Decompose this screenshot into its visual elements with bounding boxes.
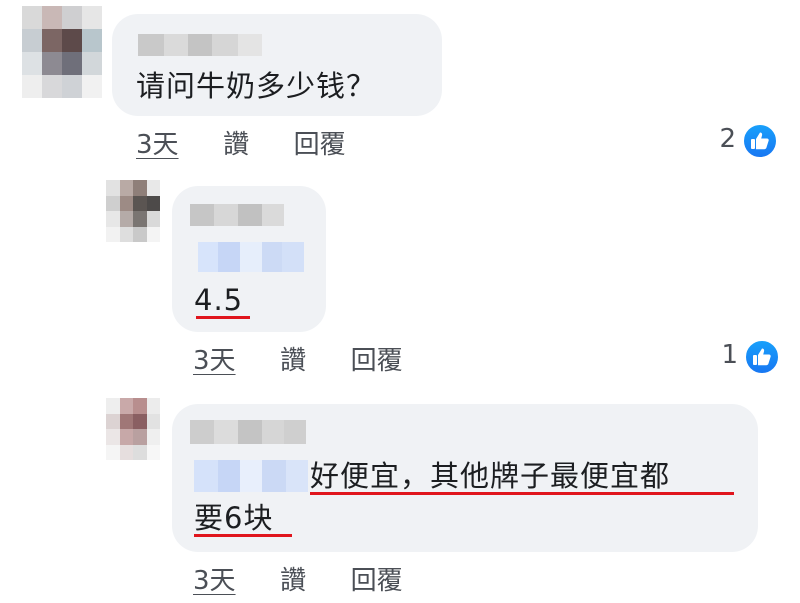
- reply-text-line2: 要6块: [194, 501, 274, 535]
- replier-name-blurred[interactable]: [190, 420, 306, 444]
- like-thumb-icon[interactable]: [744, 339, 780, 375]
- replier-tag-blurred: [194, 460, 308, 492]
- like-thumb-icon[interactable]: [742, 123, 778, 159]
- highlight-underline: [194, 534, 292, 537]
- like-link[interactable]: 讚: [280, 566, 306, 596]
- reply-actions: 3天 讚 回覆: [193, 560, 403, 597]
- commenter-name-blurred[interactable]: [138, 34, 262, 56]
- reply-timestamp[interactable]: 3天: [193, 346, 236, 376]
- reaction-count[interactable]: 2: [700, 124, 736, 154]
- reply-link[interactable]: 回覆: [351, 346, 403, 376]
- price-highlight-underline: [196, 316, 250, 319]
- like-link[interactable]: 讚: [280, 346, 306, 376]
- comment-actions: 3天 讚 回覆: [136, 124, 346, 161]
- replier-avatar[interactable]: [106, 398, 160, 460]
- reply-bubble: 好便宜，其他牌子最便宜都 要6块: [172, 404, 758, 552]
- comment-timestamp[interactable]: 3天: [136, 130, 179, 160]
- reply-text-line1: 好便宜，其他牌子最便宜都: [310, 459, 671, 493]
- replier-tag-blurred: [198, 242, 304, 272]
- reply-text: 4.5: [194, 283, 244, 317]
- reaction-count[interactable]: 1: [710, 340, 738, 370]
- highlight-underline: [310, 492, 734, 495]
- comment-bubble: 请问牛奶多少钱？: [112, 14, 442, 116]
- reply-link[interactable]: 回覆: [294, 130, 346, 160]
- reply-timestamp[interactable]: 3天: [193, 566, 236, 596]
- commenter-avatar[interactable]: [22, 6, 102, 98]
- reply-link[interactable]: 回覆: [351, 566, 403, 596]
- comment-text: 请问牛奶多少钱？: [136, 69, 377, 103]
- replier-name-blurred[interactable]: [190, 204, 284, 226]
- reply-actions: 3天 讚 回覆: [193, 340, 403, 377]
- replier-avatar[interactable]: [106, 180, 160, 242]
- like-link[interactable]: 讚: [223, 130, 249, 160]
- reply-bubble: 4.5: [172, 186, 326, 332]
